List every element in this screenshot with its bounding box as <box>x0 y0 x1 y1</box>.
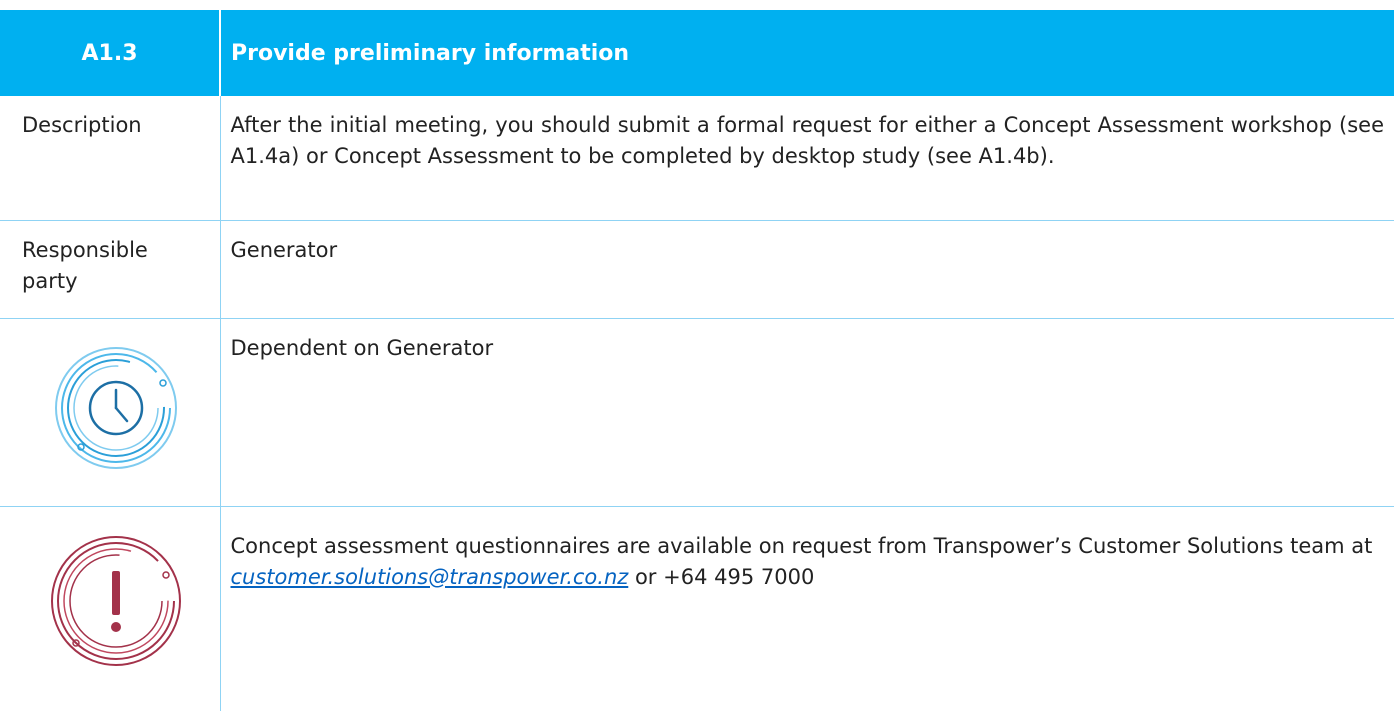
responsible-party-value: Generator <box>220 220 1394 319</box>
description-label: Description <box>0 96 221 221</box>
description-text: After the initial meeting, you should su… <box>220 96 1394 221</box>
description-row: Description After the initial meeting, y… <box>0 96 1394 221</box>
note-icon-cell <box>0 506 221 711</box>
note-text-before: Concept assessment questionnaires are av… <box>230 533 1373 558</box>
step-code: A1.3 <box>0 10 221 96</box>
timing-text: Dependent on Generator <box>220 318 1394 507</box>
responsible-party-label: Responsible party <box>0 220 221 319</box>
clock-icon <box>54 346 177 469</box>
responsible-label-line1: Responsible <box>22 237 148 262</box>
step-title: Provide preliminary information <box>220 10 1394 96</box>
exclamation-icon <box>50 535 181 666</box>
responsible-label-line2: party <box>22 268 78 293</box>
table-header-row: A1.3 Provide preliminary information <box>0 10 1394 96</box>
timing-icon-cell <box>0 318 221 507</box>
note-text: Concept assessment questionnaires are av… <box>220 506 1394 711</box>
note-text-after: or +64 495 7000 <box>628 564 815 589</box>
note-row: Concept assessment questionnaires are av… <box>0 506 1394 711</box>
responsible-party-row: Responsible party Generator <box>0 220 1394 319</box>
process-step-table: A1.3 Provide preliminary information Des… <box>0 10 1394 711</box>
email-link[interactable]: customer.solutions@transpower.co.nz <box>231 565 629 589</box>
timing-row: Dependent on Generator <box>0 318 1394 507</box>
